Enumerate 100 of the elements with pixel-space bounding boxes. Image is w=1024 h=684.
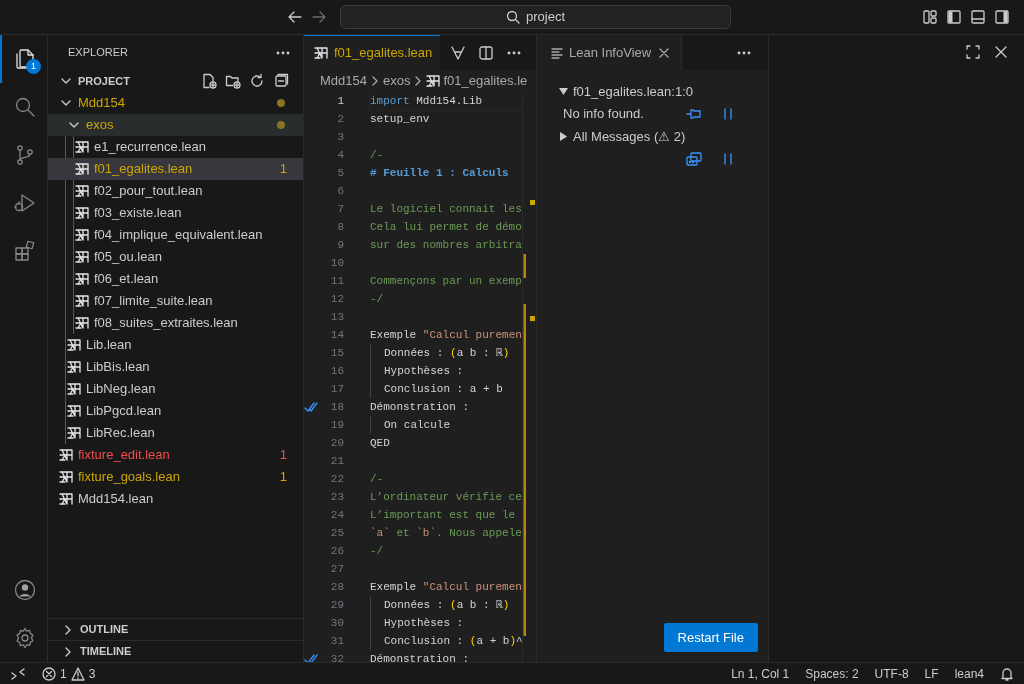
secondary-sidebar-toggle-icon[interactable] — [994, 9, 1010, 25]
code-line: -/ — [370, 292, 385, 307]
collapsed-section-header[interactable]: TIMELINE — [48, 640, 303, 662]
code-line: Le logiciel connait les — [370, 202, 522, 217]
status-item[interactable]: LF — [924, 664, 939, 683]
new-folder-icon[interactable] — [225, 73, 241, 89]
line-number: 25 — [329, 525, 344, 541]
file-item[interactable]: fixture_edit.lean 1 — [48, 444, 303, 466]
code-line: import Mdd154.Lib — [370, 92, 522, 110]
forward-arrow-icon[interactable] — [311, 9, 327, 25]
warning-icon — [70, 666, 85, 681]
error-icon — [42, 666, 56, 681]
account-icon[interactable] — [12, 578, 37, 602]
triangle-down-icon[interactable] — [559, 87, 568, 96]
code-line: # Feuille 1 : Calculs — [370, 166, 510, 181]
file-item[interactable]: Lib.lean — [48, 334, 303, 356]
notification-badge: 1 — [26, 59, 41, 74]
file-item[interactable]: f01_egalites.lean 1 — [48, 158, 303, 180]
status-item[interactable]: UTF-8 — [874, 664, 909, 683]
go-to-file-icon[interactable] — [686, 151, 702, 167]
code-line: /- — [370, 472, 385, 487]
file-item[interactable]: LibBis.lean — [48, 356, 303, 378]
pin-icon[interactable] — [686, 106, 702, 122]
code-line: `a` et `b`. Nous appele — [370, 526, 522, 541]
file-item[interactable]: f08_suites_extraites.lean — [48, 312, 303, 334]
code-line: Données : (a b : ℝ) — [370, 596, 522, 614]
triangle-right-icon[interactable] — [559, 132, 568, 141]
lean-file-icon — [75, 184, 89, 198]
back-arrow-icon[interactable] — [287, 9, 303, 25]
info-message: No info found. — [563, 106, 644, 122]
file-item[interactable]: f06_et.lean — [48, 268, 303, 290]
file-item[interactable]: LibNeg.lean — [48, 378, 303, 400]
lean-file-icon — [426, 74, 441, 88]
file-item[interactable]: f07_limite_suite.lean — [48, 290, 303, 312]
extensions-icon[interactable] — [12, 239, 37, 263]
file-item[interactable]: f04_implique_equivalent.lean — [48, 224, 303, 246]
collapsible-section-header[interactable]: f01_egalites.lean:1:0 — [559, 80, 768, 103]
panel-toggle-icon[interactable] — [970, 9, 986, 25]
lean-file-icon — [75, 162, 89, 176]
lean-file-icon — [67, 360, 81, 374]
status-item[interactable]: Ln 1, Col 1 — [731, 664, 790, 683]
file-item[interactable]: e1_recurrence.lean — [48, 136, 303, 158]
line-number: 31 — [329, 633, 344, 649]
lean-file-icon — [59, 492, 73, 506]
editor-tab[interactable]: f01_egalites.lean — [304, 35, 440, 70]
split-editor-icon[interactable] — [478, 44, 494, 61]
line-number: 15 — [329, 345, 344, 361]
project-section-header[interactable]: PROJECT — [48, 70, 303, 92]
file-item[interactable]: LibPgcd.lean — [48, 400, 303, 422]
bell-icon[interactable] — [1000, 666, 1014, 681]
folder-item[interactable]: exos — [48, 114, 303, 136]
line-number: 3 — [336, 129, 344, 145]
lean-file-icon — [75, 140, 89, 154]
line-number: 27 — [329, 561, 344, 577]
breadcrumb-item[interactable]: exos — [383, 71, 411, 91]
maximize-icon[interactable] — [966, 45, 980, 59]
forall-icon[interactable] — [450, 44, 466, 61]
collapsed-section-header[interactable]: OUTLINE — [48, 618, 303, 640]
command-search-field[interactable]: project — [340, 5, 731, 29]
lean-file-icon — [314, 46, 328, 60]
problems-status[interactable]: 1 3 — [42, 664, 96, 683]
code-line: On calcule — [370, 416, 522, 434]
collapse-all-icon[interactable] — [273, 73, 289, 89]
line-number: 10 — [329, 255, 344, 271]
file-item[interactable]: LibRec.lean — [48, 422, 303, 444]
layout-customize-icon[interactable] — [922, 9, 938, 25]
new-file-icon[interactable] — [201, 73, 217, 89]
line-number: 16 — [329, 363, 344, 379]
code-line: Hypothèses : — [370, 362, 522, 380]
line-number: 17 — [329, 381, 344, 397]
lean-file-icon — [75, 272, 89, 286]
line-number: 22 — [329, 471, 344, 487]
code-line: Hypothèses : — [370, 614, 522, 632]
file-item[interactable]: f05_ou.lean — [48, 246, 303, 268]
line-number: 12 — [329, 291, 344, 307]
file-item[interactable]: fixture_goals.lean 1 — [48, 466, 303, 488]
lean-file-icon — [67, 404, 81, 418]
file-item[interactable]: Mdd154.lean — [48, 488, 303, 510]
line-number: 24 — [329, 507, 344, 523]
status-item[interactable]: lean4 — [954, 664, 984, 683]
breadcrumb-item[interactable]: Mdd154 — [320, 71, 367, 91]
code-line: Cela lui permet de démo — [370, 220, 522, 235]
refresh-icon[interactable] — [249, 73, 265, 89]
breadcrumb-item[interactable]: f01_egalites.le — [443, 71, 528, 91]
collapsible-section-header[interactable]: All Messages (⚠ 2) — [559, 125, 768, 148]
infoview-tab[interactable]: Lean InfoView — [537, 35, 683, 70]
file-item[interactable]: f02_pour_tout.lean — [48, 180, 303, 202]
lean-file-icon — [75, 250, 89, 264]
folder-item[interactable]: Mdd154 — [48, 92, 303, 114]
status-item[interactable]: Spaces: 2 — [805, 664, 859, 683]
line-number: 23 — [329, 489, 344, 505]
sidebar-toggle-icon[interactable] — [946, 9, 962, 25]
lean-file-icon — [59, 448, 73, 462]
file-item[interactable]: f03_existe.lean — [48, 202, 303, 224]
restart-file-button[interactable]: Restart File — [663, 622, 758, 652]
code-line: sur des nombres arbitra — [370, 238, 522, 253]
line-number: 14 — [329, 327, 344, 343]
line-number: 19 — [329, 417, 344, 433]
close-icon[interactable] — [994, 45, 1008, 59]
lean-file-icon — [75, 228, 89, 242]
